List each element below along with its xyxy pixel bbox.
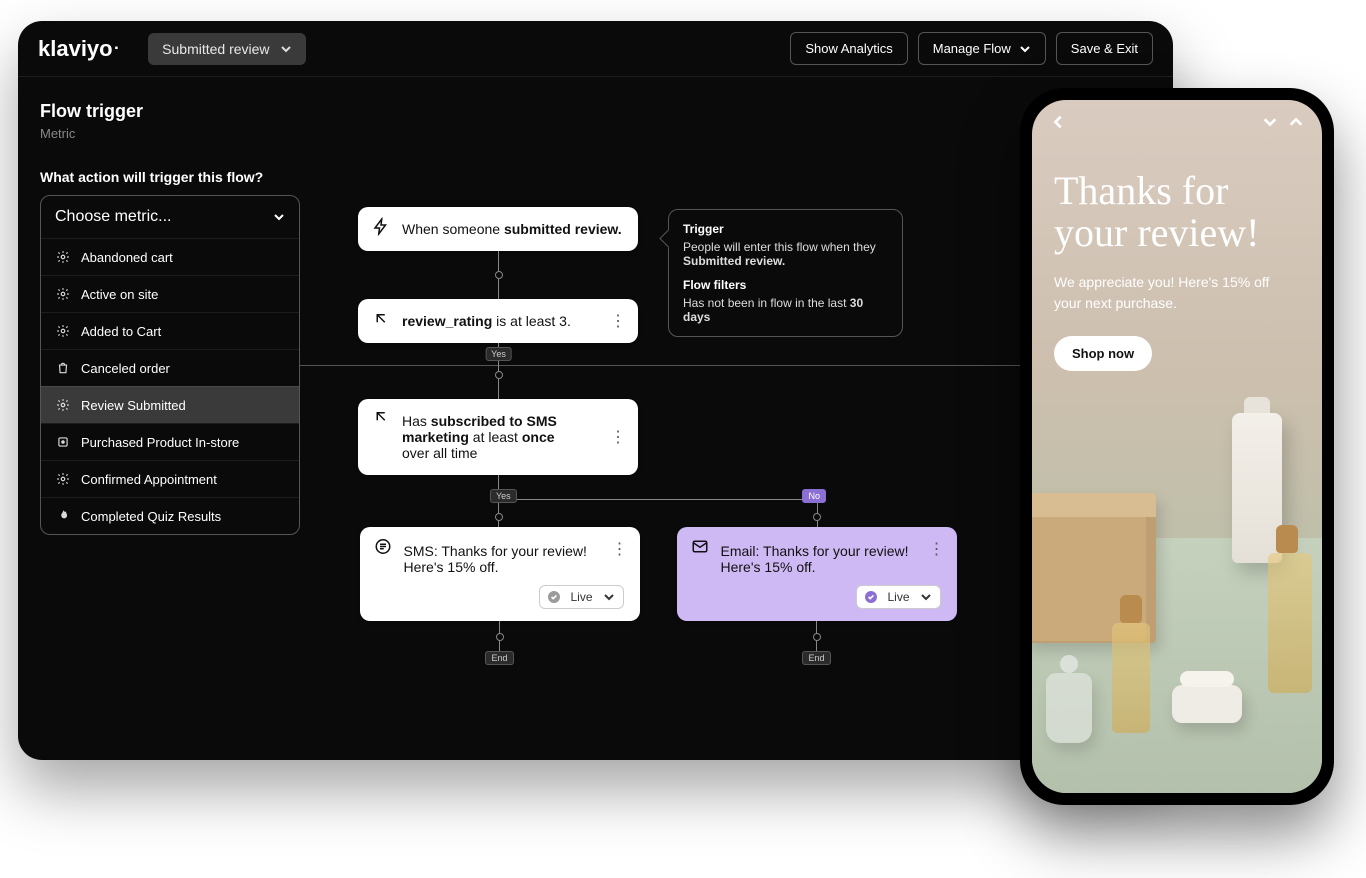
chevron-down-icon (603, 591, 615, 603)
connector (816, 621, 817, 651)
end-label: End (485, 651, 513, 665)
panel-title: Flow trigger (40, 101, 320, 122)
chevron-down-icon (920, 591, 932, 603)
flow-name-dropdown[interactable]: Submitted review (148, 33, 305, 65)
metric-label: Purchased Product In-store (81, 435, 239, 450)
connector (498, 251, 499, 299)
chevron-down-icon (273, 211, 285, 223)
end-label: End (802, 651, 830, 665)
message-text: Email: Thanks for your review! Here's 15… (721, 543, 941, 575)
condition-card-sms[interactable]: Has subscribed to SMS marketing at least… (358, 399, 638, 475)
email-headline: Thanks for your review! (1054, 170, 1300, 254)
metric-option[interactable]: Abandoned cart (41, 238, 299, 275)
brand-logo: klaviyo▪ (38, 36, 118, 62)
show-analytics-button[interactable]: Show Analytics (790, 32, 907, 65)
flow-canvas: Flow trigger Metric What action will tri… (18, 77, 1173, 760)
branch-label-no: No (802, 489, 826, 503)
gear-icon (55, 471, 71, 487)
condition-card-rating[interactable]: review_rating is at least 3. ⋮ (358, 299, 638, 343)
card-menu-icon[interactable]: ⋮ (612, 539, 628, 559)
flame-icon (55, 508, 71, 524)
envelope-icon (691, 538, 711, 561)
branch-label-yes: Yes (490, 489, 517, 503)
chevron-down-icon[interactable] (1262, 114, 1278, 135)
flow-builder-window: klaviyo▪ Submitted review Show Analytics… (18, 21, 1173, 760)
topbar: klaviyo▪ Submitted review Show Analytics… (18, 21, 1173, 77)
panel-subtitle: Metric (40, 126, 320, 141)
shop-now-button[interactable]: Shop now (1054, 336, 1152, 371)
status-dropdown[interactable]: Live (539, 585, 623, 609)
metric-option[interactable]: Confirmed Appointment (41, 460, 299, 497)
square-icon (55, 434, 71, 450)
metric-option[interactable]: Active on site (41, 275, 299, 312)
email-body: We appreciate you! Here's 15% off your n… (1054, 272, 1300, 314)
bolt-icon (372, 218, 392, 241)
condition-text: Has subscribed to SMS marketing at least… (402, 413, 622, 461)
dropdown-placeholder: Choose metric... (55, 208, 171, 226)
metric-label: Abandoned cart (81, 250, 173, 265)
metric-dropdown: Choose metric... Abandoned cart Active on… (40, 195, 300, 535)
metric-label: Active on site (81, 287, 158, 302)
status-dot-icon (865, 591, 877, 603)
connector (499, 621, 500, 651)
gear-icon (55, 323, 71, 339)
metric-option[interactable]: Added to Cart (41, 312, 299, 349)
card-menu-icon[interactable]: ⋮ (929, 539, 945, 559)
bag-icon (55, 360, 71, 376)
metric-option[interactable]: Canceled order (41, 349, 299, 386)
gear-icon (55, 249, 71, 265)
metric-prompt: What action will trigger this flow? (40, 169, 320, 185)
connector: Yes (498, 343, 499, 399)
status-dot-icon (548, 591, 560, 603)
metric-option[interactable]: Completed Quiz Results (41, 497, 299, 534)
trigger-text: When someone submitted review. (402, 221, 622, 237)
sms-message-card[interactable]: SMS: Thanks for your review! Here's 15% … (360, 527, 640, 621)
metric-label: Confirmed Appointment (81, 472, 217, 487)
email-content: Thanks for your review! We appreciate yo… (1054, 170, 1300, 371)
card-menu-icon[interactable]: ⋮ (610, 311, 626, 331)
chevron-down-icon (280, 43, 292, 55)
metric-option[interactable]: Purchased Product In-store (41, 423, 299, 460)
split-icon (372, 408, 392, 431)
metric-label: Review Submitted (81, 398, 186, 413)
card-menu-icon[interactable]: ⋮ (610, 427, 626, 447)
metric-label: Added to Cart (81, 324, 161, 339)
status-dropdown[interactable]: Live (856, 585, 940, 609)
chevron-down-icon (1019, 43, 1031, 55)
manage-flow-button[interactable]: Manage Flow (918, 32, 1046, 65)
metric-option[interactable]: Review Submitted (41, 386, 299, 423)
save-exit-button[interactable]: Save & Exit (1056, 32, 1153, 65)
metric-label: Canceled order (81, 361, 170, 376)
split-icon (372, 310, 392, 333)
condition-text: review_rating is at least 3. (402, 313, 622, 329)
branch-label-yes: Yes (485, 347, 512, 361)
chat-icon (374, 538, 394, 561)
email-message-card[interactable]: Email: Thanks for your review! Here's 15… (677, 527, 957, 621)
phone-preview: Thanks for your review! We appreciate yo… (1020, 88, 1334, 805)
gear-icon (55, 286, 71, 302)
message-text: SMS: Thanks for your review! Here's 15% … (404, 543, 624, 575)
trigger-card[interactable]: When someone submitted review. (358, 207, 638, 251)
phone-screen: Thanks for your review! We appreciate yo… (1032, 100, 1322, 793)
trigger-config-panel: Flow trigger Metric What action will tri… (40, 101, 320, 535)
metric-label: Completed Quiz Results (81, 509, 221, 524)
chevron-up-icon[interactable] (1288, 114, 1304, 135)
phone-nav (1050, 114, 1304, 135)
flow-diagram: When someone submitted review. review_ra… (358, 207, 958, 665)
back-chevron-icon[interactable] (1050, 114, 1066, 135)
status-label: Live (887, 590, 909, 604)
metric-dropdown-toggle[interactable]: Choose metric... (41, 196, 299, 238)
status-label: Live (570, 590, 592, 604)
branch-split: Yes No (358, 499, 958, 527)
product-image (1032, 373, 1322, 793)
gear-icon (55, 397, 71, 413)
